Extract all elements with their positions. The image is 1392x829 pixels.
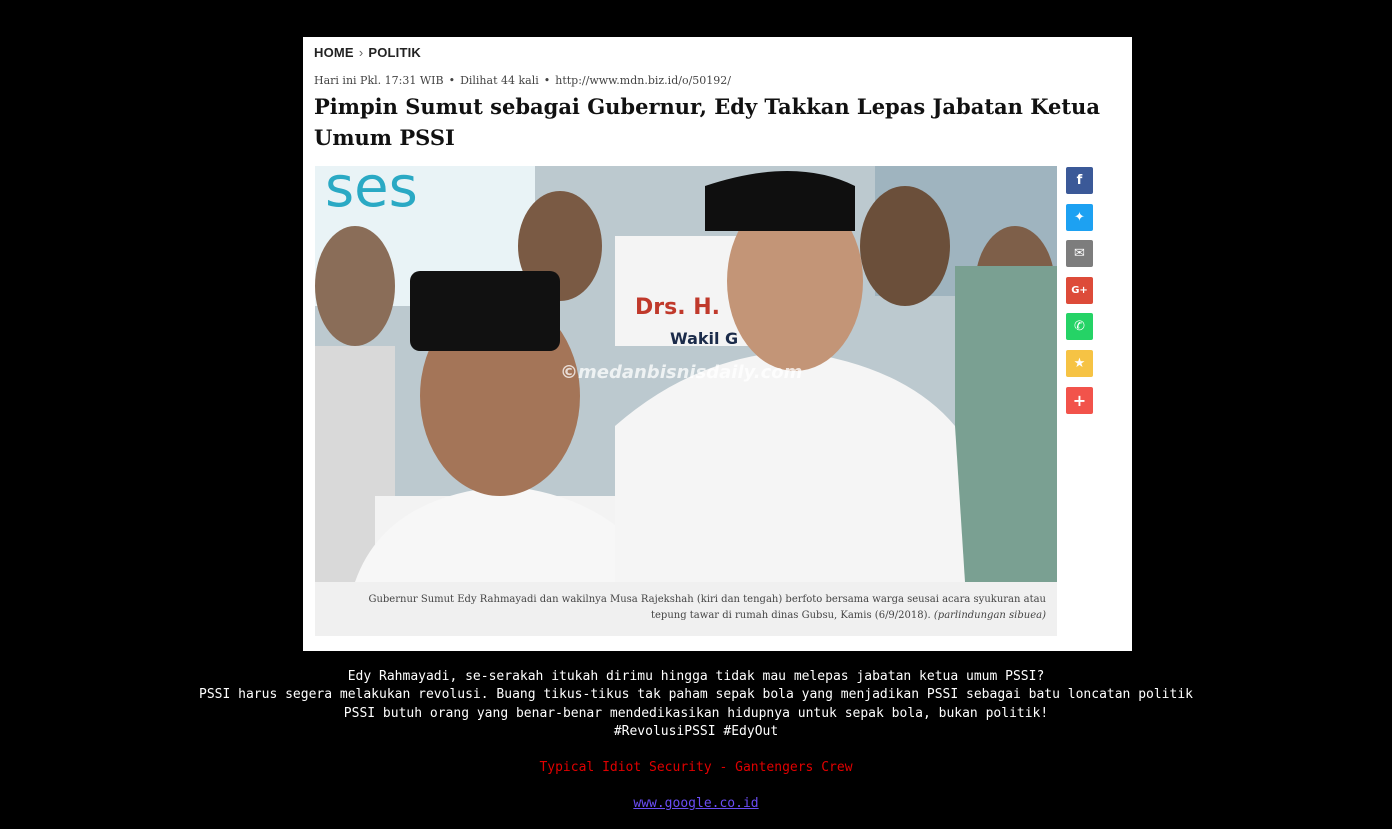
email-icon: ✉ (1074, 246, 1085, 262)
share-google-plus-button[interactable]: G+ (1066, 276, 1093, 304)
more-share-icon: + (1072, 390, 1087, 410)
share-whatsapp-button[interactable]: ✆ (1066, 313, 1093, 341)
caption-credit: (parlindungan sibuea) (933, 610, 1046, 621)
facebook-icon: f (1076, 173, 1083, 188)
banner-text-name: Drs. H. (635, 295, 720, 320)
chevron-right-icon: › (358, 45, 364, 60)
share-facebook-button[interactable]: f (1066, 167, 1093, 194)
twitter-icon: ✦ (1074, 209, 1085, 225)
article-meta: Hari ini Pkl. 17:31 WIB • Dilihat 44 kali •… (314, 74, 731, 87)
favorite-button[interactable]: ★ (1066, 349, 1093, 377)
favorite-icon: ★ (1073, 355, 1086, 371)
share-email-button[interactable]: ✉ (1066, 240, 1093, 268)
footer-link[interactable]: www.google.co.id (633, 796, 758, 811)
breadcrumb-home-link[interactable]: HOME (314, 45, 354, 60)
banner-text-left: ses (325, 166, 418, 220)
message-hashtags: #RevolusiPSSI #EdyOut (613, 723, 779, 739)
short-url[interactable]: http://www.mdn.biz.id/o/50192/ (555, 74, 731, 87)
breadcrumb: HOME › POLITIK (314, 45, 421, 60)
message-line: Edy Rahmayadi, se-serakah itukah dirimu … (347, 669, 1045, 684)
message-line: PSSI harus segera melakukan revolusi. Bu… (199, 687, 1193, 703)
crew-credit: Typical Idiot Security - Gantengers Crew (539, 760, 853, 775)
meta-separator: • (448, 74, 456, 87)
google-plus-icon: G+ (1071, 284, 1088, 296)
photo-watermark: ©medanbisnisdaily.com (560, 362, 802, 383)
message-line: PSSI butuh orang yang benar-benar mended… (343, 705, 1049, 721)
publish-time: Hari ini Pkl. 17:31 WIB (314, 74, 444, 87)
footer-link-wrap: www.google.co.id (0, 796, 1392, 811)
deface-message: Edy Rahmayadi, se-serakah itukah dirimu … (0, 668, 1392, 741)
breadcrumb-section-link[interactable]: POLITIK (368, 45, 421, 60)
banner-text-role: Wakil G (670, 329, 738, 348)
share-bar: f ✦ ✉ G+ ✆ ★ + (1066, 167, 1094, 423)
view-count: Dilihat 44 kali (460, 74, 539, 87)
article-title: Pimpin Sumut sebagai Gubernur, Edy Takka… (314, 94, 1100, 150)
whatsapp-icon: ✆ (1074, 319, 1085, 335)
article-photo: ses Drs. H. Wakil G ©medanbisnisdaily.co… (315, 166, 1057, 582)
more-share-button[interactable]: + (1066, 386, 1093, 414)
photo-illustration: ses Drs. H. Wakil G ©medanbisnisdaily.co… (315, 166, 1057, 582)
share-twitter-button[interactable]: ✦ (1066, 203, 1093, 231)
photo-caption: Gubernur Sumut Edy Rahmayadi dan wakilny… (315, 582, 1057, 636)
meta-separator: • (543, 74, 551, 87)
article-card: HOME › POLITIK Hari ini Pkl. 17:31 WIB • Dil… (303, 37, 1132, 651)
